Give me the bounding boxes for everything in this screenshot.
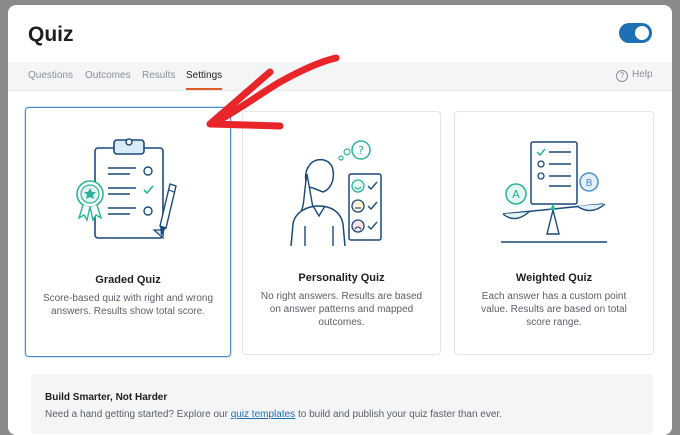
card-description: No right answers. Results are based on a… bbox=[260, 291, 423, 328]
help-label: Help bbox=[632, 69, 653, 80]
tab-bar: Questions Outcomes Results Settings ? Hel… bbox=[8, 62, 672, 91]
svg-text:B: B bbox=[586, 178, 593, 189]
card-description: Score-based quiz with right and wrong an… bbox=[42, 293, 214, 317]
graded-quiz-illustration bbox=[76, 138, 177, 240]
tab-questions[interactable]: Questions bbox=[28, 70, 73, 81]
banner-title: Build Smarter, Not Harder bbox=[45, 392, 168, 403]
quiz-enable-toggle[interactable] bbox=[619, 23, 652, 43]
weighted-quiz-illustration: A B bbox=[501, 141, 607, 243]
banner-text: Need a hand getting started? Explore our… bbox=[45, 409, 502, 420]
toggle-knob bbox=[635, 26, 649, 40]
svg-text:?: ? bbox=[358, 144, 364, 157]
quiz-modal: Quiz Questions Outcomes Results Settings… bbox=[8, 5, 672, 435]
banner-text-after: to build and publish your quiz faster th… bbox=[295, 409, 502, 420]
tab-settings[interactable]: Settings bbox=[186, 70, 222, 81]
banner-text-before: Need a hand getting started? Explore our bbox=[45, 409, 231, 420]
tab-results[interactable]: Results bbox=[142, 70, 175, 81]
card-description: Each answer has a custom point value. Re… bbox=[481, 291, 627, 328]
modal-title: Quiz bbox=[28, 23, 74, 46]
svg-text:A: A bbox=[512, 188, 520, 201]
quiz-templates-link[interactable]: quiz templates bbox=[231, 409, 295, 420]
card-weighted-quiz[interactable]: A B Weighted Quiz Each answer has a cust… bbox=[454, 111, 654, 355]
card-graded-quiz[interactable]: Graded Quiz Score-based quiz with right … bbox=[25, 107, 231, 357]
personality-quiz-illustration: ? bbox=[290, 140, 382, 246]
card-personality-quiz[interactable]: ? Personality Quiz No right answers. Res… bbox=[242, 111, 441, 355]
card-title: Graded Quiz bbox=[95, 274, 161, 286]
card-title: Weighted Quiz bbox=[515, 272, 593, 284]
card-title: Personality Quiz bbox=[298, 272, 385, 284]
active-tab-indicator bbox=[186, 88, 222, 90]
templates-banner: Build Smarter, Not Harder Need a hand ge… bbox=[31, 374, 653, 434]
tab-outcomes[interactable]: Outcomes bbox=[85, 70, 131, 81]
question-circle-icon: ? bbox=[616, 70, 628, 82]
help-link[interactable]: ? Help bbox=[616, 69, 653, 82]
